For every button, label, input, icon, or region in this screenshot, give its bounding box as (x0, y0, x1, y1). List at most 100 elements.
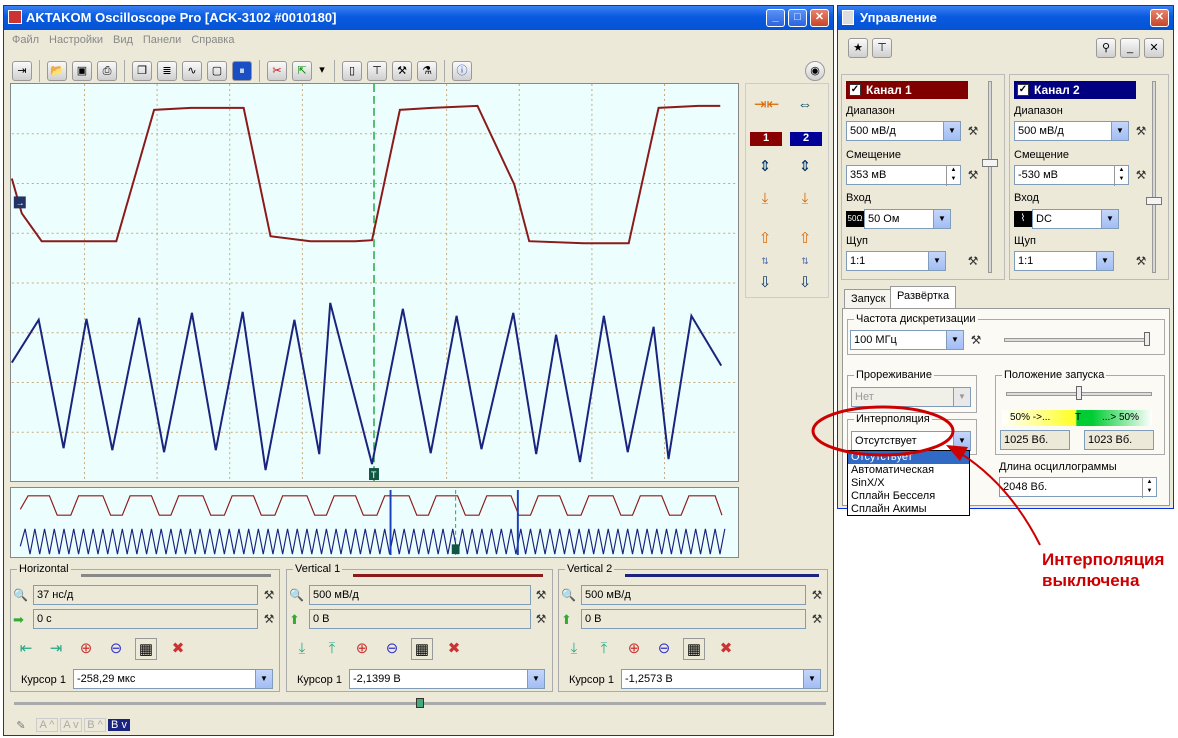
chevron-down-icon[interactable]: ▼ (933, 210, 950, 228)
horizontal-auto-icon[interactable]: ▦ (135, 638, 157, 660)
calibration-icon[interactable]: ⚒ (392, 61, 412, 81)
shift-up-icon[interactable]: ⤒ (321, 638, 343, 660)
ch2-level-slider-track[interactable] (1152, 81, 1156, 273)
copy-data-icon[interactable]: ≣ (157, 61, 177, 81)
ch1-shift-up-icon[interactable]: ⇧ (754, 228, 776, 250)
ch1-small-shift-icon[interactable]: ⇅ (754, 250, 776, 272)
horizontal-cursor-field[interactable]: -258,29 мкс ▼ (73, 669, 273, 689)
ch1-offset-calibrate-icon[interactable]: ⚒ (965, 166, 981, 184)
chevron-down-icon[interactable]: ▼ (946, 331, 963, 349)
control-titlebar[interactable]: Управление ✕ (838, 6, 1173, 30)
probe-tool-icon[interactable]: ⊤ (872, 38, 892, 58)
menu-file[interactable]: Файл (12, 34, 39, 54)
probe-icon[interactable]: ⊤ (367, 61, 387, 81)
ch2-offset-spin[interactable]: -530 мВ ▲ ▼ (1014, 165, 1129, 186)
vertical2-offset-field[interactable]: 0 В (581, 609, 806, 629)
main-titlebar[interactable]: AKTAKOM Oscilloscope Pro [ACK-3102 #0010… (4, 6, 833, 30)
ch1-level-slider-track[interactable] (988, 81, 992, 273)
sample-rate-slider-track[interactable] (1004, 338, 1148, 342)
maximize-button[interactable]: □ (788, 9, 807, 27)
vertical1-cursor-field[interactable]: -2,1399 В ▼ (349, 669, 545, 689)
cursor-add-icon[interactable]: ⇱ (292, 61, 312, 81)
horizontal-offset-calibrate-icon[interactable]: ⚒ (261, 610, 277, 628)
zoom-out-horizontal-icon[interactable]: ⇔ (794, 94, 816, 116)
zoom-in-horizontal-icon[interactable]: ⇥⇤ (754, 94, 779, 116)
chevron-down-icon[interactable]: ▼ (1096, 252, 1113, 270)
cursor-delete-icon[interactable]: ✂ (267, 61, 287, 81)
waveform-icon[interactable]: ∿ (182, 61, 202, 81)
sample-rate-slider-thumb[interactable] (1144, 332, 1150, 346)
horizontal-scale-calibrate-icon[interactable]: ⚒ (261, 586, 277, 604)
ch2-probe-select[interactable]: 1:1 ▼ (1014, 251, 1114, 271)
minimize-button[interactable]: _ (766, 9, 785, 27)
ch2-compress-vertical-icon[interactable]: ⤓ (794, 188, 816, 210)
ch2-small-shift-icon[interactable]: ⇅ (794, 250, 816, 272)
connection-icon[interactable]: ◉ (805, 61, 825, 81)
tab-trigger[interactable]: Запуск (844, 289, 893, 309)
menu-view[interactable]: Вид (113, 34, 133, 54)
ch1-level-slider-thumb[interactable] (982, 159, 998, 167)
vertical1-scale-field[interactable]: 500 мВ/д (309, 585, 531, 605)
open-folder-icon[interactable]: 📂 (47, 61, 67, 81)
ch1-compress-vertical-icon[interactable]: ⤓ (754, 188, 776, 210)
chevron-down-icon[interactable]: ▼ (803, 670, 820, 688)
ch2-expand-vertical-icon[interactable]: ⇕ (794, 156, 816, 178)
ch2-shift-down-icon[interactable]: ⇩ (794, 272, 816, 294)
spin-icon[interactable]: ▲ ▼ (1114, 166, 1128, 186)
status-tab-a-down[interactable]: A v (60, 718, 82, 732)
analysis-icon[interactable]: ⚗ (417, 61, 437, 81)
exit-icon[interactable]: ⇥ (12, 61, 32, 81)
vertical1-offset-field[interactable]: 0 В (309, 609, 531, 629)
pause-icon[interactable]: ⏸ (232, 61, 252, 81)
horizontal-scroll-thumb[interactable] (416, 698, 424, 708)
edit-icon[interactable]: ✎ (8, 719, 34, 732)
copy-icon[interactable]: ❐ (132, 61, 152, 81)
pin-icon[interactable]: ⚲ (1096, 38, 1116, 58)
menu-panels[interactable]: Панели (143, 34, 181, 54)
chevron-down-icon[interactable]: ▼ (527, 670, 544, 688)
vertical1-zoom-in-icon[interactable]: ⊕ (351, 638, 373, 660)
ch2-range-select[interactable]: 500 мВ/д ▼ (1014, 121, 1129, 141)
tab-sweep[interactable]: Развёртка (890, 286, 957, 309)
ch1-probe-calibrate-icon[interactable]: ⚒ (965, 252, 981, 270)
settings-star-icon[interactable]: ★ (848, 38, 868, 58)
channel1-header[interactable]: ✓ Канал 1 (846, 81, 968, 99)
ch1-shift-down-icon[interactable]: ⇩ (754, 272, 776, 294)
vertical1-scale-calibrate-icon[interactable]: ⚒ (533, 586, 549, 604)
ch2-probe-calibrate-icon[interactable]: ⚒ (1133, 252, 1149, 270)
chevron-down-icon[interactable]: ▼ (943, 122, 960, 140)
chevron-down-icon[interactable]: ▼ (928, 252, 945, 270)
control-close-button[interactable]: ✕ (1150, 9, 1169, 27)
ch1-range-select[interactable]: 500 мВ/д ▼ (846, 121, 961, 141)
vertical2-offset-calibrate-icon[interactable]: ⚒ (809, 610, 825, 628)
spin-icon[interactable]: ▲ ▼ (946, 166, 960, 186)
status-tab-b-up[interactable]: B ^ (84, 718, 106, 732)
ch2-shift-up-icon[interactable]: ⇧ (794, 228, 816, 250)
screen-icon[interactable]: ▢ (207, 61, 227, 81)
chevron-down-icon[interactable]: ▼ (1111, 122, 1128, 140)
vertical1-auto-icon[interactable]: ▦ (411, 638, 433, 660)
save-icon[interactable]: ▣ (72, 61, 92, 81)
vertical2-cursor-field[interactable]: -1,2573 В ▼ (621, 669, 821, 689)
channel2-checkbox[interactable]: ✓ (1017, 84, 1029, 96)
ch1-input-select[interactable]: 50 Ом ▼ (864, 209, 951, 229)
shift-down-icon[interactable]: ⤓ (563, 638, 585, 660)
control-close-icon[interactable]: ✕ (1144, 38, 1164, 58)
vertical1-zoom-out-icon[interactable]: ⊖ (381, 638, 403, 660)
ch1-expand-vertical-icon[interactable]: ⇕ (754, 156, 776, 178)
ch2-level-slider-thumb[interactable] (1146, 197, 1162, 205)
shift-down-icon[interactable]: ⤓ (291, 638, 313, 660)
vertical1-reset-icon[interactable]: ✖ (443, 638, 465, 660)
overview-display[interactable] (10, 487, 739, 558)
control-minimize-icon[interactable]: _ (1120, 38, 1140, 58)
horizontal-reset-icon[interactable]: ✖ (167, 638, 189, 660)
ch1-range-calibrate-icon[interactable]: ⚒ (965, 122, 981, 140)
ch1-probe-select[interactable]: 1:1 ▼ (846, 251, 946, 271)
channel1-checkbox[interactable]: ✓ (849, 84, 861, 96)
chevron-down-icon[interactable]: ▼ (255, 670, 272, 688)
info-panel-icon[interactable]: ▯ (342, 61, 362, 81)
horizontal-scale-field[interactable]: 37 нс/д (33, 585, 258, 605)
menu-help[interactable]: Справка (191, 34, 234, 54)
close-button[interactable]: ✕ (810, 9, 829, 27)
vertical1-offset-calibrate-icon[interactable]: ⚒ (533, 610, 549, 628)
